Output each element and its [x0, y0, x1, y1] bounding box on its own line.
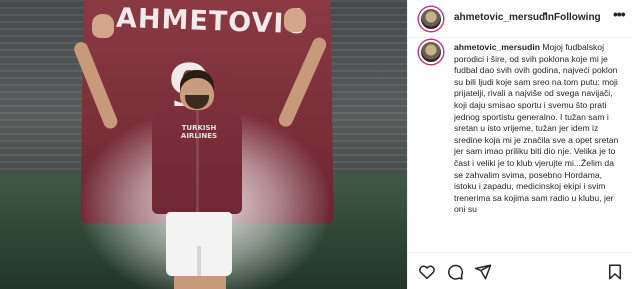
bookmark-icon[interactable]	[606, 263, 624, 281]
comment-icon[interactable]	[446, 263, 464, 281]
shorts-gap	[197, 246, 201, 276]
jersey-stripe	[196, 106, 199, 214]
left-arm	[72, 40, 120, 131]
post-image[interactable]: AHMETOVIĆ 9 TURKISH AIRLINES	[0, 0, 407, 289]
player: TURKISH AIRLINES	[0, 0, 407, 289]
caption-avatar[interactable]	[419, 40, 443, 64]
post-header: ahmetovic_mersudin • Following •••	[408, 0, 632, 38]
sponsor-line-2: AIRLINES	[180, 132, 218, 140]
caption: ahmetovic_mersudin Mojoj fudbalskoj poro…	[454, 42, 624, 216]
share-icon[interactable]	[474, 263, 492, 281]
caption-text: Mojoj fudbalskoj porodici i šire, od svi…	[454, 42, 619, 215]
left-hand	[92, 14, 114, 38]
more-horizontal-icon[interactable]: •••	[613, 6, 626, 22]
separator-dot: •	[544, 9, 548, 20]
following-button[interactable]: Following	[554, 12, 601, 23]
right-hand	[284, 8, 306, 32]
jersey-sponsor: TURKISH AIRLINES	[176, 124, 222, 140]
right-arm	[276, 35, 329, 129]
avatar[interactable]	[419, 7, 443, 31]
legs	[174, 276, 226, 289]
sponsor-line-1: TURKISH	[181, 124, 217, 132]
post-username[interactable]: ahmetovic_mersudin	[454, 12, 554, 23]
heart-icon[interactable]	[418, 263, 436, 281]
caption-username[interactable]: ahmetovic_mersudin	[454, 42, 540, 52]
action-bar	[408, 252, 632, 289]
post-panel: ahmetovic_mersudin • Following ••• ahmet…	[407, 0, 632, 289]
